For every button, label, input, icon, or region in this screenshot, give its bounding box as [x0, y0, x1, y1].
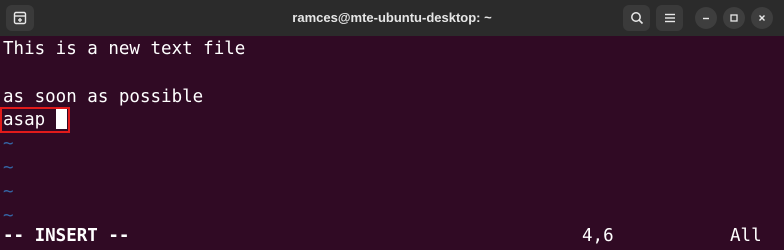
terminal-content[interactable]: This is a new text file as soon as possi… [0, 36, 784, 250]
empty-line-marker: ~ [3, 158, 14, 178]
editor-line-3: as soon as possible [3, 87, 204, 107]
menu-button[interactable] [656, 5, 683, 31]
maximize-button[interactable] [723, 7, 745, 29]
minimize-button[interactable] [695, 7, 717, 29]
scroll-position: All [730, 226, 762, 246]
mode-indicator: -- INSERT -- [3, 226, 130, 246]
editor-line-1: This is a new text file [3, 39, 246, 59]
search-button[interactable] [623, 5, 650, 31]
terminal-window: ramces@mte-ubuntu-desktop: ~ This is a n… [0, 0, 784, 250]
minimize-icon [703, 17, 709, 20]
search-icon [630, 12, 643, 25]
empty-line-marker: ~ [3, 134, 14, 154]
hamburger-menu-icon [664, 13, 675, 23]
cursor-position: 4,6 [582, 226, 614, 246]
close-button[interactable] [751, 7, 773, 29]
highlight-box [0, 107, 70, 133]
title-bar: ramces@mte-ubuntu-desktop: ~ [0, 0, 784, 36]
maximize-icon [730, 14, 738, 22]
empty-line-marker: ~ [3, 182, 14, 202]
close-icon [759, 15, 765, 21]
